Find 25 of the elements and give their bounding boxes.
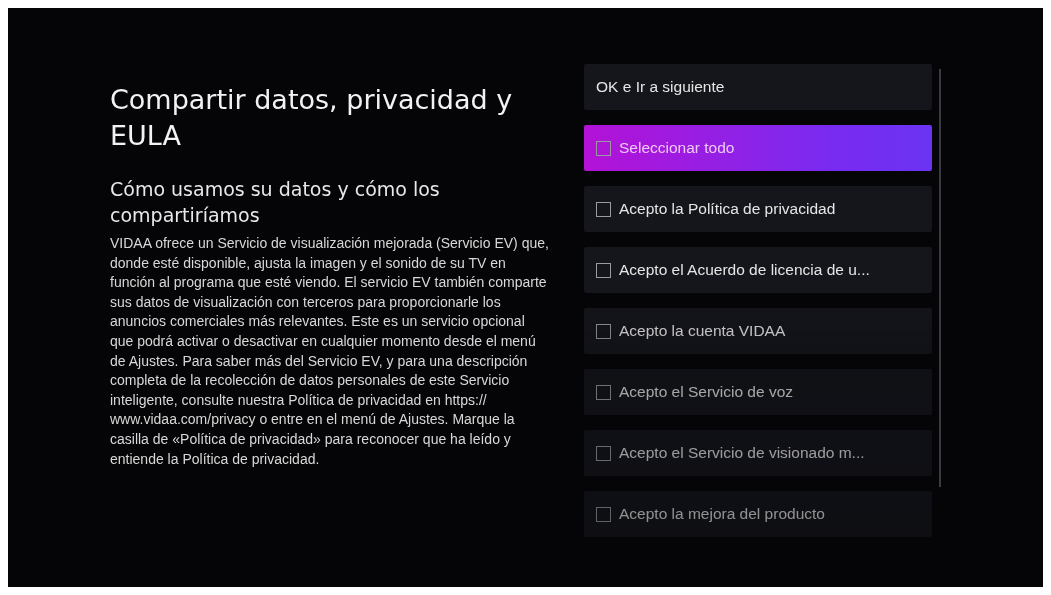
consent-option[interactable]: Acepto la mejora del producto: [584, 491, 932, 537]
checkbox[interactable]: [596, 262, 611, 278]
option-label: Acepto la mejora del producto: [619, 505, 825, 523]
option-label: Acepto la Política de privacidad: [619, 200, 836, 218]
page-title: Compartir datos, privacidad y EULA: [110, 83, 514, 153]
option-label: Seleccionar todo: [619, 139, 735, 157]
checkbox[interactable]: [596, 140, 611, 156]
consent-option[interactable]: Seleccionar todo: [584, 125, 932, 171]
section-heading: Cómo usamos su datos y cómo los compartiríamos: [110, 177, 441, 228]
option-label: Acepto el Acuerdo de licencia de u...: [619, 261, 870, 279]
consent-option[interactable]: Acepto la cuenta VIDAA: [584, 308, 932, 354]
option-label: Acepto el Servicio de voz: [619, 383, 794, 401]
checkbox[interactable]: [596, 323, 611, 339]
next-button[interactable]: OK e Ir a siguiente: [584, 64, 932, 110]
checkbox[interactable]: [596, 201, 611, 217]
option-label: Acepto el Servicio de visionado m...: [619, 444, 865, 462]
consent-option[interactable]: Acepto la Política de privacidad: [584, 186, 932, 232]
checkbox[interactable]: [596, 506, 611, 522]
consent-option[interactable]: Acepto el Servicio de voz: [584, 369, 932, 415]
privacy-paragraph: VIDAA ofrece un Servicio de visualización mejorada (Servicio EV) que, donde esté disponible, ajusta la imagen y el sonido de su TV en función al programa que esté viendo. El servicio EV también comparte sus datos de visualización con terceros para proporcionarle los anuncios comerciales más relevantes. Este es un servicio opcional que podrá activar o desactivar en cualquier momento desde el menú de Ajustes. Para saber más del Servicio EV, y para una descripción completa de la recolección de datos personales de este Servicio inteligente, consulte nuestra Política de privacidad en https:// www.vidaa.com/privacy o entre en el menú de Ajustes. Marque la casilla de «Política de privacidad» para reconocer que ha leído y entiende la Política de privacidad.: [110, 234, 550, 469]
consent-option[interactable]: Acepto el Acuerdo de licencia de u...: [584, 247, 932, 293]
checkbox[interactable]: [596, 445, 611, 461]
checkbox[interactable]: [596, 384, 611, 400]
option-label: Acepto la cuenta VIDAA: [619, 322, 786, 340]
consent-option[interactable]: Acepto el Servicio de visionado m...: [584, 430, 932, 476]
